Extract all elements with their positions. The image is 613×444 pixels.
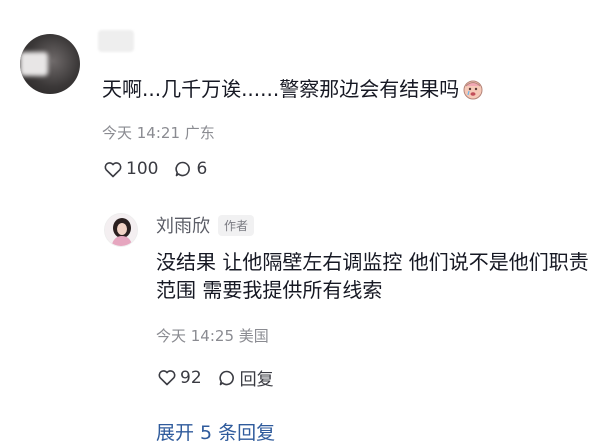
expand-replies-link[interactable]: 展开 5 条回复 (156, 418, 275, 444)
comment-text: 天啊...几千万诶......警察那边会有结果吗 (102, 76, 485, 102)
reply-location: 美国 (238, 327, 269, 345)
comment-body: 天啊...几千万诶......警察那边会有结果吗 (102, 77, 460, 101)
comment-time: 今天 14:21 (102, 124, 180, 142)
like-count: 100 (126, 159, 159, 179)
comment-bubble-icon (219, 370, 234, 385)
reply-like-count: 92 (180, 367, 202, 388)
comment-location: 广东 (184, 124, 215, 142)
comment-actions: 100 6 (104, 159, 223, 179)
heart-icon (104, 161, 122, 177)
crying-baby-emoji-icon (463, 80, 483, 100)
reply-time: 今天 14:25 (156, 327, 234, 345)
commenter-name-blurred[interactable] (98, 30, 134, 52)
commenter-avatar[interactable] (20, 34, 80, 94)
comment-thread: 天啊...几千万诶......警察那边会有结果吗 今天 14:21 广东 100… (0, 0, 613, 444)
comment-bubble-icon (175, 161, 191, 177)
reply-actions: 92 回复 (158, 365, 290, 390)
author-badge: 作者 (218, 214, 255, 236)
reply-body: 没结果 让他隔壁左右调监控 他们说不是他们职责范围 需要我提供所有线索 (156, 250, 589, 302)
reply-count: 6 (196, 159, 208, 179)
author-portrait-icon (105, 214, 137, 246)
reply-label: 回复 (239, 370, 274, 390)
heart-icon (158, 370, 176, 386)
reply-button[interactable]: 6 (174, 159, 207, 179)
reply-like-button[interactable]: 92 (158, 368, 202, 388)
reply-reply-button[interactable]: 回复 (218, 365, 274, 390)
reply-author-name[interactable]: 刘雨欣 (156, 212, 210, 238)
avatar-blur-mask (20, 52, 48, 76)
reply-author-row: 刘雨欣 作者 (156, 212, 255, 238)
comment-meta: 今天 14:21 广东 (102, 122, 215, 143)
reply-meta: 今天 14:25 美国 (156, 325, 269, 346)
like-button[interactable]: 100 (104, 159, 158, 179)
author-avatar[interactable] (104, 213, 138, 247)
